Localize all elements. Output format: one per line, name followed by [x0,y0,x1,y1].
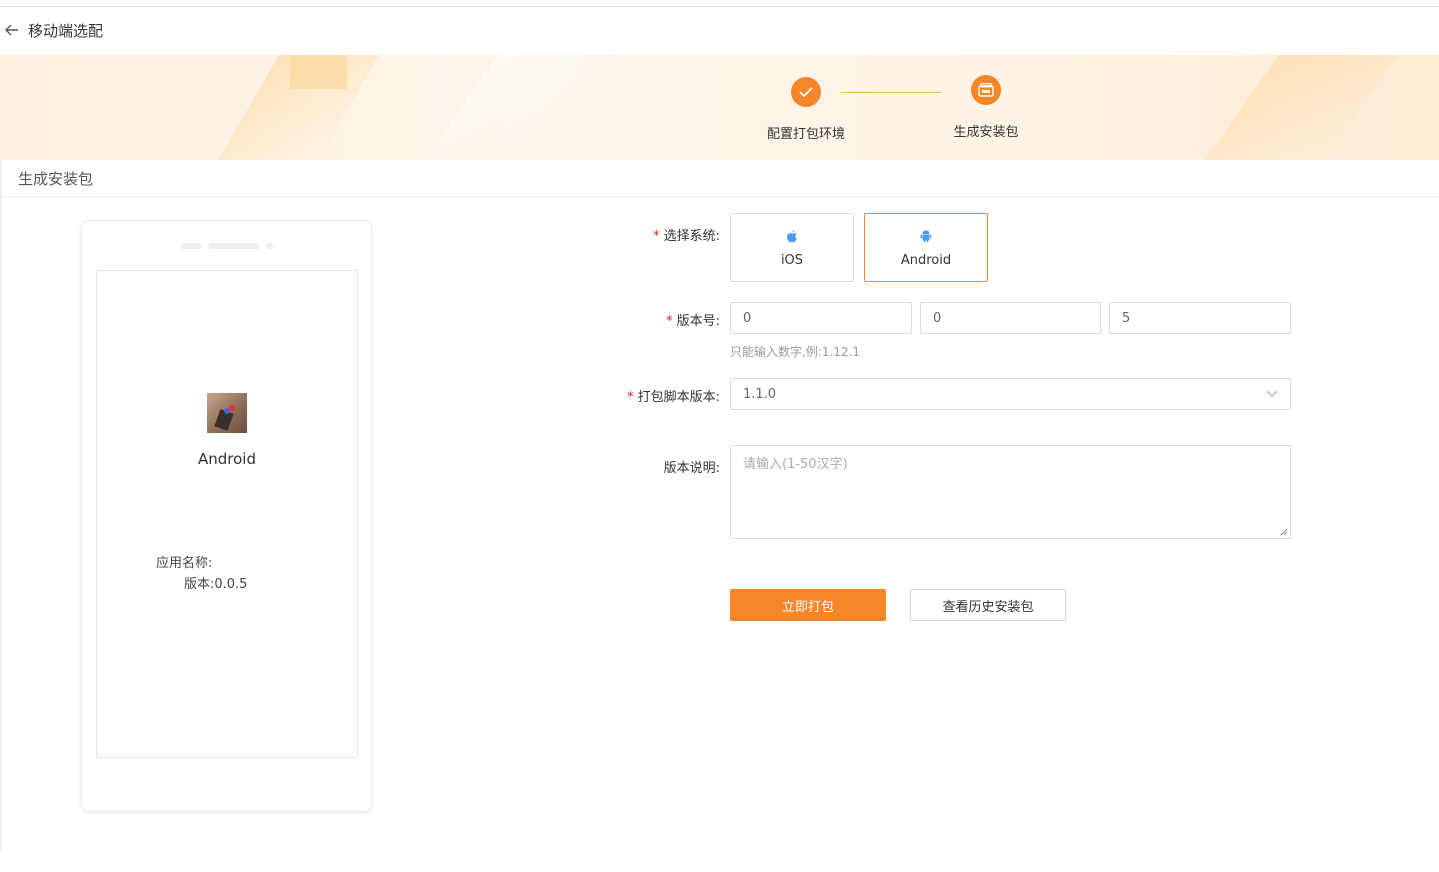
version-hint: 只能输入数字,例:1.12.1 [730,345,861,359]
version-patch-input[interactable]: 5 [1109,302,1291,334]
step-generate-package: 生成安装包 [945,75,1027,140]
system-option-ios[interactable]: iOS [730,213,854,282]
view-history-button[interactable]: 查看历史安装包 [910,589,1066,621]
phone-screen: Android 应用名称: 版本:0.0.5 [96,270,358,758]
step-label: 配置打包环境 [766,127,845,142]
left-border [0,160,2,850]
resize-grip-icon[interactable] [1280,528,1288,536]
step-configure-env: 配置打包环境 [760,77,852,142]
system-option-label: Android [900,253,952,268]
arrow-left-icon[interactable] [2,20,22,40]
description-placeholder: 请输入(1-50汉字) [743,457,848,472]
script-version-value: 1.1.0 [743,386,777,402]
preview-app-name-label: 应用名称: [156,556,213,571]
page-header: 移动端选配 [0,14,103,46]
step-connector [841,92,941,93]
banner-decoration [290,55,347,89]
system-label: * 选择系统: [653,229,720,244]
section-title: 生成安装包 [18,170,94,188]
app-package-icon [971,75,1001,105]
top-divider [0,6,1439,7]
phone-speaker [180,243,273,249]
chevron-down-icon [1266,390,1278,397]
banner-decoration [1194,55,1406,160]
banner-decoration [414,55,596,160]
version-label: * 版本号: [666,314,720,329]
description-label: 版本说明: [663,461,720,476]
android-icon [920,230,932,243]
step-label: 生成安装包 [953,125,1019,140]
script-version-select[interactable]: 1.1.0 [730,378,1291,410]
section-divider [0,196,1439,197]
description-textarea[interactable]: 请输入(1-50汉字) [730,445,1291,539]
steps-banner: 配置打包环境 生成安装包 [0,55,1439,160]
version-minor-input[interactable]: 0 [920,302,1101,334]
check-icon [791,77,821,107]
preview-platform: Android [198,450,256,468]
script-version-label: * 打包脚本版本: [627,390,720,405]
apple-icon [787,230,797,243]
system-option-label: iOS [780,253,804,268]
version-major-input[interactable]: 0 [730,302,912,334]
preview-version: 版本:0.0.5 [184,577,248,592]
page-title: 移动端选配 [28,21,104,40]
app-icon [207,393,247,433]
system-option-android[interactable]: Android [864,213,988,282]
phone-preview: Android 应用名称: 版本:0.0.5 [81,220,372,812]
build-now-button[interactable]: 立即打包 [730,589,886,621]
